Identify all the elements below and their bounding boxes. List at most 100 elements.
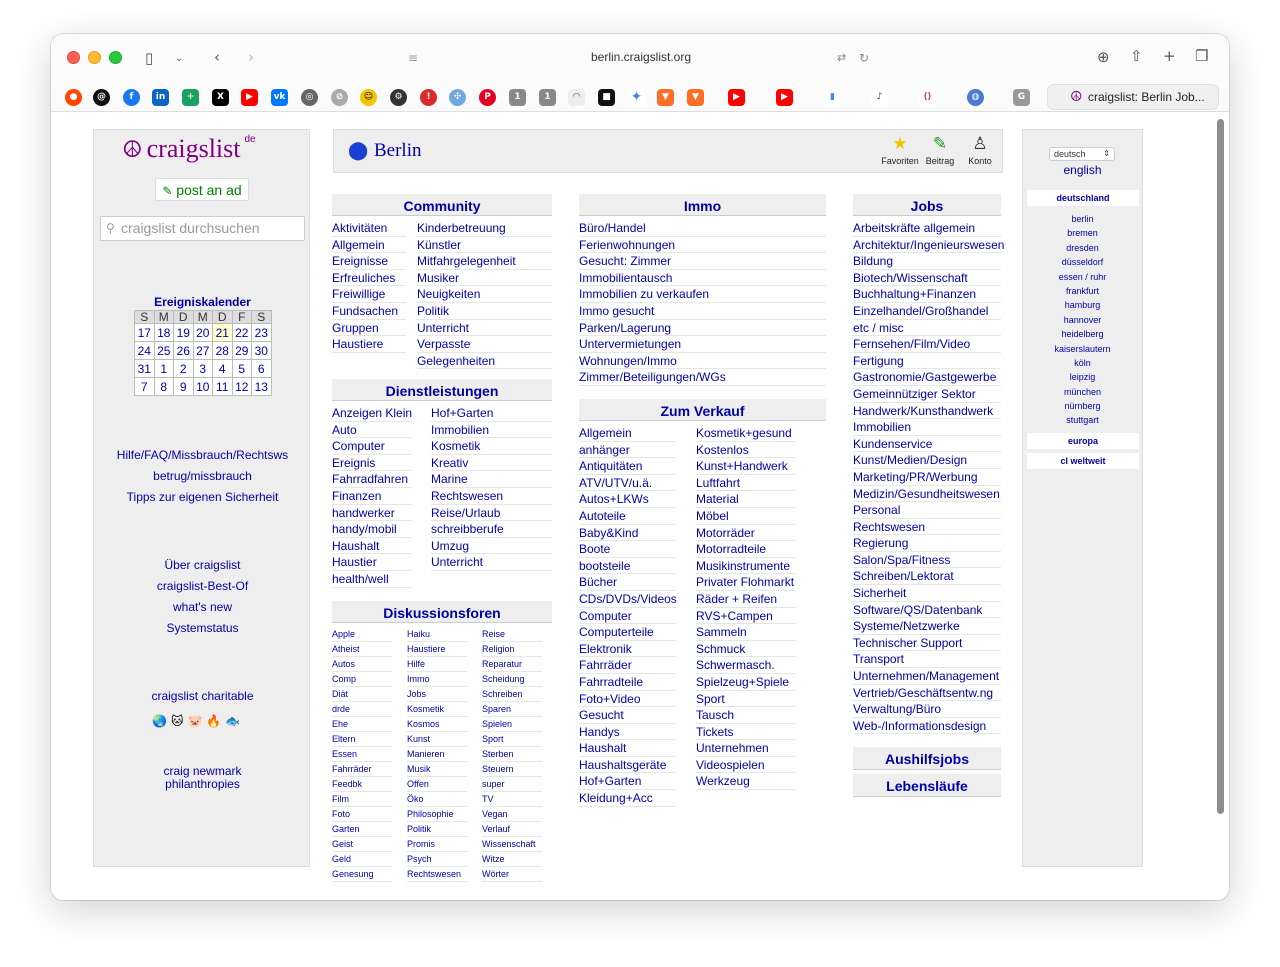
community-link[interactable]: Politik — [417, 303, 552, 320]
service-link[interactable]: Computer — [332, 438, 412, 455]
for-sale-link[interactable]: Musikinstrumente — [696, 558, 796, 575]
housing-link[interactable]: Zimmer/Beteiligungen/WGs — [579, 369, 826, 386]
job-link[interactable]: Sicherheit — [853, 585, 1001, 602]
earth-icon[interactable]: 🌏 — [152, 714, 171, 728]
for-sale-link[interactable]: Kunst+Handwerk — [696, 458, 796, 475]
city-link[interactable]: heidelberg — [1023, 327, 1142, 341]
job-link[interactable]: Rechtswesen — [853, 519, 1001, 536]
linkedin-icon[interactable]: in — [152, 89, 169, 106]
service-link[interactable]: Haustier — [332, 554, 412, 571]
community-link[interactable]: Unterricht — [417, 320, 552, 337]
forum-link[interactable]: super — [482, 777, 542, 792]
english-link[interactable]: english — [1023, 163, 1142, 177]
service-link[interactable]: Reise/Urlaub — [431, 505, 552, 522]
housing-link[interactable]: Wohnungen/Immo — [579, 353, 826, 370]
community-link[interactable]: Fundsachen — [332, 303, 406, 320]
alert-icon[interactable]: ! — [420, 89, 437, 106]
forum-link[interactable]: Religion — [482, 642, 542, 657]
job-link[interactable]: Fernsehen/Film/Video — [853, 336, 1001, 353]
forum-link[interactable]: Geist — [332, 837, 392, 852]
community-link[interactable]: Ereignisse — [332, 253, 406, 270]
forum-link[interactable]: Spielen — [482, 717, 542, 732]
wifi-icon[interactable]: ◠ — [568, 89, 585, 106]
for-sale-link[interactable]: anhänger — [579, 442, 676, 459]
calendar-day[interactable]: 9 — [173, 377, 194, 396]
for-sale-heading[interactable]: Zum Verkauf — [579, 399, 826, 421]
job-link[interactable]: Kunst/Medien/Design — [853, 452, 1001, 469]
city-link[interactable]: frankfurt — [1023, 284, 1142, 298]
job-link[interactable]: Gastronomie/Gastgewerbe — [853, 369, 1001, 386]
for-sale-link[interactable]: Fahrradteile — [579, 674, 676, 691]
forum-link[interactable]: Politik — [407, 822, 467, 837]
language-select[interactable]: deutsch ⇕ — [1049, 147, 1115, 161]
craigslist-logo[interactable]: ☮ craigslist de — [122, 134, 256, 164]
forum-link[interactable]: Fahrräder — [332, 762, 392, 777]
job-link[interactable]: Web-/Informationsdesign — [853, 718, 1001, 735]
forum-link[interactable]: Reise — [482, 627, 542, 642]
service-link[interactable]: handwerker — [332, 505, 412, 522]
housing-link[interactable]: Ferienwohnungen — [579, 237, 826, 254]
forum-link[interactable]: Öko — [407, 792, 467, 807]
community-link[interactable]: Kinderbetreuung — [417, 220, 552, 237]
for-sale-link[interactable]: Möbel — [696, 508, 796, 525]
fish-icon[interactable]: 🐟 — [225, 714, 244, 728]
city-link[interactable]: bremen — [1023, 226, 1142, 240]
job-link[interactable]: Transport — [853, 651, 1001, 669]
service-link[interactable]: Marine — [431, 471, 552, 488]
community-heading[interactable]: Community — [332, 194, 552, 216]
forums-heading[interactable]: Diskussionsforen — [332, 601, 552, 623]
community-link[interactable]: Aktivitäten — [332, 220, 406, 237]
forum-link[interactable]: Musik — [407, 762, 467, 777]
forum-link[interactable]: Immo — [407, 672, 467, 687]
forum-link[interactable]: Kosmos — [407, 717, 467, 732]
for-sale-link[interactable]: Kostenlos — [696, 442, 796, 459]
calendar-day[interactable]: 19 — [173, 323, 194, 342]
for-sale-link[interactable]: Elektronik — [579, 641, 676, 658]
forum-link[interactable]: Comp — [332, 672, 392, 687]
service-link[interactable]: Ereignis — [332, 455, 412, 472]
europe-link[interactable]: europa — [1027, 433, 1139, 449]
service-link[interactable]: Kreativ — [431, 455, 552, 472]
forum-link[interactable]: Steuern — [482, 762, 542, 777]
job-link[interactable]: Systeme/Netzwerke — [853, 618, 1001, 635]
job-link[interactable]: Handwerk/Kunsthandwerk — [853, 403, 1001, 420]
calendar-day[interactable]: 27 — [192, 341, 213, 360]
x-icon[interactable]: X — [212, 89, 229, 106]
reddit-icon[interactable]: ● — [65, 89, 82, 106]
forum-link[interactable]: Diät — [332, 687, 392, 702]
calendar-day[interactable]: 20 — [192, 323, 213, 342]
system-status-link[interactable]: Systemstatus — [94, 621, 311, 635]
calendar-day[interactable]: 18 — [153, 323, 174, 342]
service-link[interactable]: Auto — [332, 422, 412, 439]
forum-link[interactable]: Haiku — [407, 627, 467, 642]
job-link[interactable]: Gemeinnütziger Sektor — [853, 386, 1001, 403]
service-link[interactable]: schreibberufe — [431, 521, 552, 538]
account-button[interactable]: ♙ Konto — [960, 134, 1000, 166]
gitlab-2-icon[interactable]: ▼ — [687, 89, 704, 106]
for-sale-link[interactable]: RVS+Campen — [696, 608, 796, 625]
forum-link[interactable]: Manieren — [407, 747, 467, 762]
for-sale-link[interactable]: CDs/DVDs/Videos — [579, 591, 677, 608]
back-icon[interactable]: ‹ — [214, 49, 220, 65]
job-link[interactable]: Regierung — [853, 535, 1001, 552]
services-heading[interactable]: Dienstleistungen — [332, 379, 552, 401]
for-sale-link[interactable]: Autoteile — [579, 508, 676, 525]
forum-link[interactable]: Sparen — [482, 702, 542, 717]
housing-link[interactable]: Parken/Lagerung — [579, 320, 826, 337]
for-sale-link[interactable]: Boote — [579, 541, 676, 558]
housing-link[interactable]: Büro/Handel — [579, 220, 826, 237]
worldwide-link[interactable]: cl weltweit — [1027, 453, 1139, 469]
forum-link[interactable]: Ehe — [332, 717, 392, 732]
housing-link[interactable]: Untervermietungen — [579, 336, 826, 353]
for-sale-link[interactable]: bootsteile — [579, 558, 676, 575]
forum-link[interactable]: Sport — [482, 732, 542, 747]
tab-overview-icon[interactable]: ❐ — [1195, 48, 1208, 64]
germany-heading[interactable]: deutschland — [1027, 190, 1139, 206]
for-sale-link[interactable]: Luftfahrt — [696, 475, 796, 492]
calendar-day[interactable]: 7 — [134, 377, 155, 396]
newmark-link-line2[interactable]: philanthropies — [94, 777, 311, 791]
world-icon[interactable]: ◍ — [967, 89, 984, 106]
calendar-day[interactable]: 1 — [153, 359, 174, 378]
cat-icon[interactable]: 🐱 — [171, 714, 188, 728]
calendar-day[interactable]: 11 — [212, 377, 233, 396]
